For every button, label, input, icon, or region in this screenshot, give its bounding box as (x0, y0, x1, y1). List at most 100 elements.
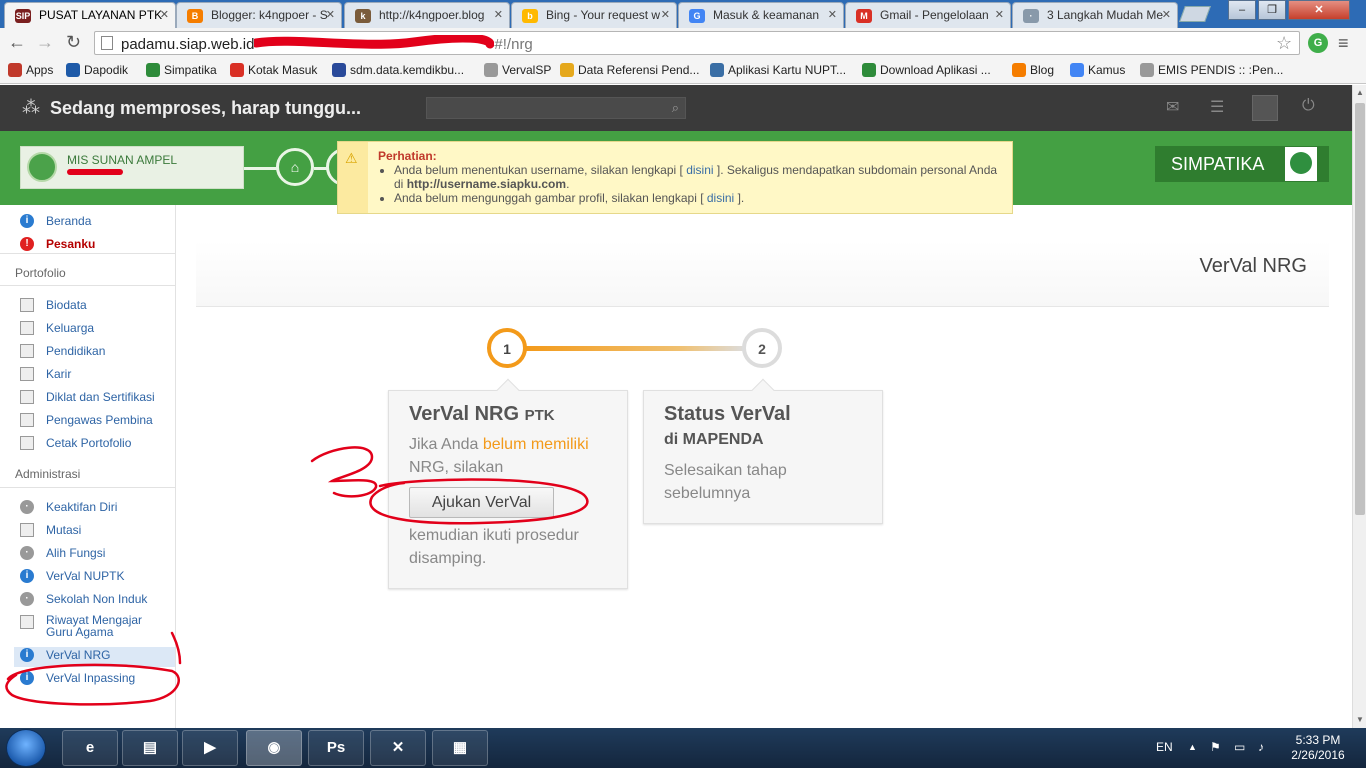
ajukan-verval-button[interactable]: Ajukan VerVal (409, 487, 554, 518)
reload-icon[interactable]: ↻ (66, 32, 81, 53)
bookmark-item[interactable]: Download Aplikasi ... (862, 63, 991, 77)
sidebar-item[interactable]: · Alih Fungsi (20, 545, 105, 565)
close-tab-icon[interactable]: ✕ (1162, 8, 1171, 21)
volume-icon[interactable]: ♪ (1258, 740, 1264, 754)
sidebar-item-label: Pesanku (46, 237, 96, 251)
sidebar-item[interactable]: · Sekolah Non Induk (20, 591, 147, 611)
set-username-link[interactable]: disini (686, 163, 713, 177)
app-icon[interactable]: ✕ (370, 730, 426, 766)
clock[interactable]: 5:33 PM 2/26/2016 (1288, 733, 1348, 763)
topbar-search-input[interactable]: ⌕ (426, 97, 686, 119)
browser-tab[interactable]: b Bing - Your request w ✕ (511, 2, 677, 28)
app-icon[interactable]: ▦ (432, 730, 488, 766)
sidebar-item[interactable]: Pengawas Pembina (20, 412, 153, 432)
alert-item: Anda belum mengunggah gambar profil, sil… (394, 191, 1004, 205)
step-progress-line (525, 346, 745, 351)
mail-icon[interactable]: ✉ (1166, 97, 1179, 117)
page-scrollbar[interactable]: ▲ ▼ (1352, 85, 1366, 728)
tray-expand-icon[interactable]: ▲ (1188, 742, 1197, 752)
sidebar-item[interactable]: Pendidikan (20, 343, 105, 363)
extension-icon[interactable]: G (1308, 33, 1328, 53)
bookmark-item[interactable]: Aplikasi Kartu NUPT... (710, 63, 846, 77)
list-icon[interactable]: ☰ (1210, 97, 1224, 117)
school-box[interactable]: MIS SUNAN AMPEL (20, 146, 244, 189)
browser-tab[interactable]: M Gmail - Pengelolaan ✕ (845, 2, 1011, 28)
scrollbar-thumb[interactable] (1355, 103, 1365, 515)
chrome-icon[interactable]: ◉ (246, 730, 302, 766)
content-header: VerVal NRG (196, 241, 1329, 307)
bookmark-item[interactable]: VervalSP (484, 63, 551, 77)
avatar[interactable] (1252, 95, 1278, 121)
step-2-indicator: 2 (742, 328, 782, 368)
sidebar-item[interactable]: Cetak Portofolio (20, 435, 131, 455)
menu-icon[interactable]: ≡ (1338, 33, 1349, 54)
power-icon[interactable]: ⏻ (1302, 97, 1315, 115)
step-2-title: Status VerVal (664, 403, 791, 425)
bookmark-item[interactable]: EMIS PENDIS :: :Pen... (1140, 63, 1283, 77)
close-tab-icon[interactable]: ✕ (661, 8, 670, 21)
sidebar-item[interactable]: Biodata (20, 297, 87, 317)
start-button[interactable] (6, 729, 46, 767)
close-tab-icon[interactable]: ✕ (995, 8, 1004, 21)
action-center-icon[interactable]: ⚑ (1210, 740, 1221, 754)
browser-tab[interactable]: k http://k4ngpoer.blog ✕ (344, 2, 510, 28)
blogger-icon (1012, 63, 1026, 77)
language-indicator[interactable]: EN (1156, 740, 1173, 754)
sidebar-item[interactable]: i VerVal NRG (14, 647, 175, 667)
sidebar-item[interactable]: Riwayat Mengajar Guru Agama (20, 614, 170, 640)
bookmark-item[interactable]: sdm.data.kemdikbu... (332, 63, 464, 77)
sidebar-item[interactable]: Mutasi (20, 522, 81, 542)
minimize-button[interactable]: – (1228, 0, 1256, 20)
new-tab-button[interactable] (1179, 6, 1211, 22)
info-icon: · (20, 500, 34, 514)
sidebar-item[interactable]: Diklat dan Sertifikasi (20, 389, 155, 409)
shield-icon (332, 63, 346, 77)
processing-text: Sedang memproses, harap tunggu... (50, 98, 362, 118)
back-icon[interactable]: ← (8, 32, 26, 53)
sidebar-item[interactable]: · Keaktifan Diri (20, 499, 117, 519)
tab-label: Masuk & keamanan (713, 8, 820, 22)
close-window-button[interactable]: ✕ (1288, 0, 1350, 20)
bookmark-item[interactable]: Apps (8, 63, 53, 77)
browser-tab[interactable]: B Blogger: k4ngpoer - S ✕ (176, 2, 342, 28)
ie-icon[interactable]: e (62, 730, 118, 766)
upload-photo-link[interactable]: disini (707, 191, 734, 205)
close-tab-icon[interactable]: ✕ (160, 8, 169, 21)
close-tab-icon[interactable]: ✕ (326, 8, 335, 21)
explorer-icon[interactable]: ▤ (122, 730, 178, 766)
school-node-icon[interactable]: ⌂ (276, 148, 314, 186)
bookmark-item[interactable]: Simpatika (146, 63, 217, 77)
sidebar-item-label: Alih Fungsi (46, 546, 106, 560)
bookmark-star-icon[interactable]: ☆ (1276, 33, 1292, 54)
document-icon (20, 344, 34, 358)
bookmark-item[interactable]: Blog (1012, 63, 1054, 77)
scroll-down-icon[interactable]: ▼ (1356, 715, 1364, 724)
sidebar-item-label: Keaktifan Diri (46, 500, 118, 514)
sidebar-item[interactable]: i Beranda (20, 213, 91, 233)
forward-icon[interactable]: → (36, 32, 54, 53)
sidebar-item[interactable]: i VerVal NUPTK (20, 568, 124, 588)
bookmark-item[interactable]: Kotak Masuk (230, 63, 317, 77)
bookmark-item[interactable]: Kamus (1070, 63, 1125, 77)
sidebar-item-label: VerVal Inpassing (46, 671, 136, 685)
page-title: VerVal NRG (1199, 255, 1307, 277)
maximize-button[interactable]: ❐ (1258, 0, 1286, 20)
sidebar-item[interactable]: i VerVal Inpassing (20, 670, 135, 690)
close-tab-icon[interactable]: ✕ (828, 8, 837, 21)
sidebar-item[interactable]: Keluarga (20, 320, 94, 340)
sidebar-item[interactable]: Karir (20, 366, 71, 386)
browser-tab[interactable]: G Masuk & keamanan ✕ (678, 2, 844, 28)
photoshop-icon[interactable]: Ps (308, 730, 364, 766)
network-icon[interactable]: ▭ (1234, 740, 1245, 754)
document-icon (20, 615, 34, 629)
browser-tab[interactable]: · 3 Langkah Mudah Me ✕ (1012, 2, 1178, 28)
bookmark-item[interactable]: Dapodik (66, 63, 128, 77)
media-player-icon[interactable]: ▶ (182, 730, 238, 766)
info-icon: i (20, 648, 34, 662)
close-tab-icon[interactable]: ✕ (494, 8, 503, 21)
bookmark-item[interactable]: Data Referensi Pend... (560, 63, 699, 77)
address-bar[interactable]: padamu.siap.web.id #!/nrg (94, 31, 1300, 55)
browser-tab[interactable]: SIP PUSAT LAYANAN PTK ✕ (4, 2, 176, 28)
scroll-up-icon[interactable]: ▲ (1356, 88, 1364, 97)
tab-favicon-icon: b (522, 9, 538, 23)
